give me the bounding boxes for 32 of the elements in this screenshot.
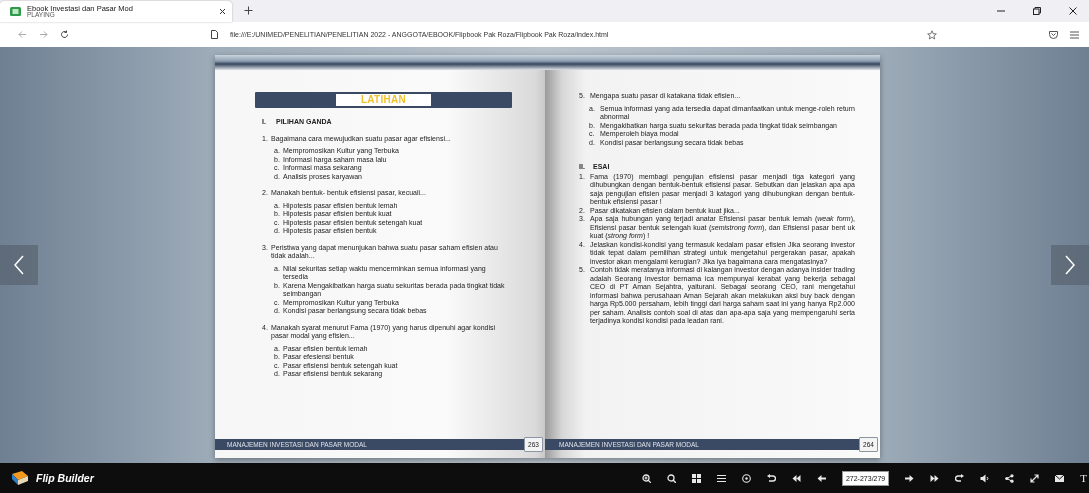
toolbar-label[interactable]: T — [1080, 472, 1087, 484]
minimize-icon[interactable] — [997, 7, 1005, 15]
last-page-icon[interactable] — [930, 473, 940, 483]
fullscreen-icon[interactable] — [1030, 473, 1040, 483]
pocket-icon[interactable] — [1049, 30, 1058, 39]
new-tab-icon[interactable] — [244, 6, 253, 15]
chevron-right-icon — [1065, 255, 1075, 275]
bookmark-star-icon[interactable] — [927, 29, 937, 40]
speaker-icon[interactable] — [980, 473, 990, 483]
list-icon[interactable] — [716, 473, 726, 483]
restore-icon[interactable] — [1033, 7, 1041, 15]
heading-title: LATIHAN — [336, 94, 431, 106]
share-icon[interactable] — [1005, 473, 1015, 483]
page-favicon-icon — [10, 7, 21, 16]
mail-icon[interactable] — [1055, 473, 1065, 483]
thumbnails-icon[interactable] — [691, 473, 701, 483]
previous-page-icon[interactable] — [816, 473, 826, 483]
zoom-in-icon[interactable] — [641, 473, 651, 483]
next-page-button[interactable] — [1051, 245, 1089, 285]
undo-icon[interactable] — [766, 473, 776, 483]
book-logo-icon — [10, 470, 30, 486]
close-icon[interactable] — [219, 8, 226, 15]
document-icon — [211, 30, 218, 39]
first-page-icon[interactable] — [791, 473, 801, 483]
previous-page-button[interactable] — [0, 245, 38, 285]
close-icon[interactable] — [1069, 7, 1077, 15]
next-page-icon[interactable] — [905, 473, 915, 483]
redo-icon[interactable] — [955, 473, 965, 483]
brand-name: Flip Builder — [36, 472, 94, 484]
reload-icon[interactable] — [60, 30, 69, 39]
chevron-left-icon — [14, 255, 24, 275]
search-icon[interactable] — [666, 473, 676, 483]
